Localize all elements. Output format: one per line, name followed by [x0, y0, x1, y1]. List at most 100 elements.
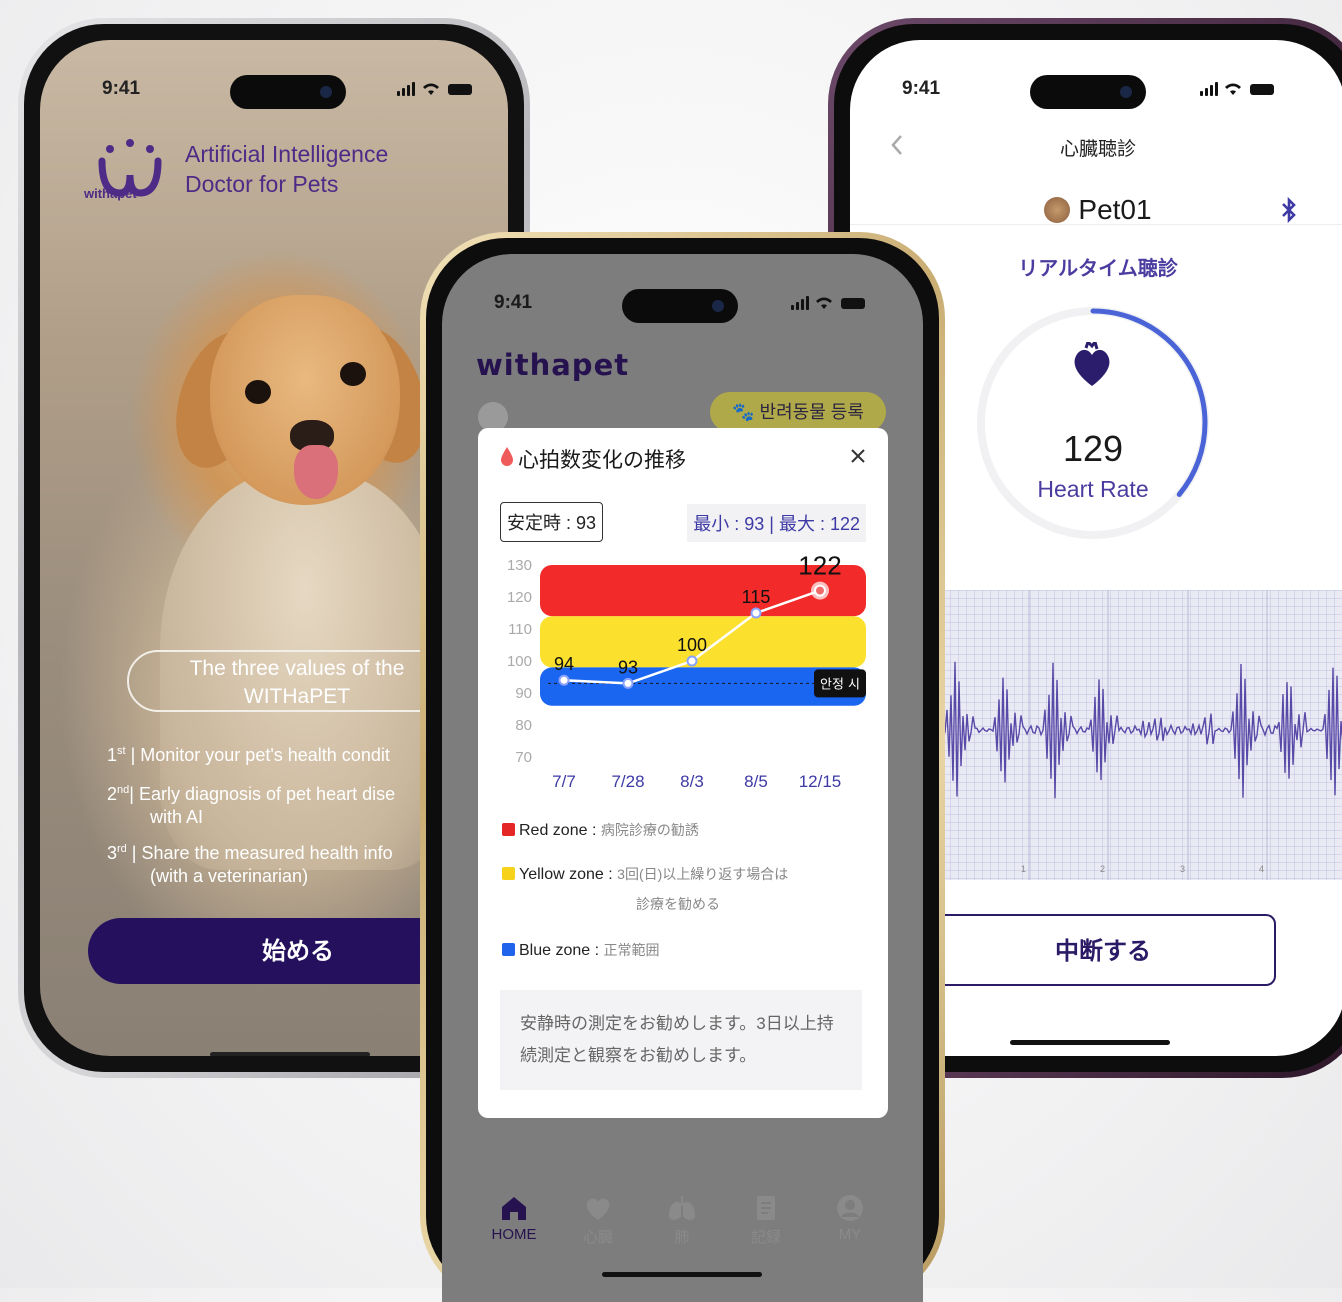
heart-trend-screen: 9:41 withapet 🐾 반려동물 등록 心拍数変化の推移 安定時 : 9… [442, 254, 923, 1302]
y-tick-label: 110 [508, 621, 532, 638]
value-item-1: 1st | Monitor your pet's health condit [107, 745, 390, 765]
legend-note: 3回(日)以上繰り返す場合は [617, 866, 789, 882]
x-tick-label: 7/28 [611, 772, 644, 791]
legend-name: Blue zone : [519, 942, 600, 959]
values-title-pill: The three values of the WITHaPET [127, 650, 467, 712]
signal-icon [397, 82, 415, 96]
value-item-3: 3rd | Share the measured health info (wi… [107, 843, 393, 886]
value-text-cont: with AI [150, 807, 204, 827]
legend-note: 病院診療の勧誘 [600, 822, 699, 838]
legend-note: 正常範囲 [603, 942, 660, 958]
lungs-icon [668, 1196, 696, 1220]
ecg-waveform [942, 661, 1342, 799]
data-point [750, 607, 762, 619]
y-tick-label: 70 [515, 749, 532, 766]
pet-avatar [1044, 197, 1071, 223]
heart-rate-value: 129 [1062, 428, 1124, 469]
status-bar: 9:41 [442, 254, 923, 323]
status-time: 9:41 [902, 78, 941, 99]
logo-text: withapet [84, 186, 137, 201]
signal-icon [1200, 82, 1218, 96]
tagline-line-1: Artificial Intelligence [185, 141, 389, 167]
nav-home[interactable]: HOME [484, 1194, 544, 1243]
puppy-eye [340, 362, 366, 386]
heart-drop-icon [501, 447, 513, 466]
register-pet-label: 반려동물 등록 [759, 402, 864, 422]
battery-icon [841, 298, 865, 309]
y-tick-label: 90 [515, 685, 532, 702]
heart-organ-icon [586, 1198, 610, 1220]
dynamic-island [622, 289, 738, 323]
home-indicator [602, 1272, 762, 1277]
withapet-logo-icon [98, 139, 162, 197]
nav-label: HOME [491, 1226, 537, 1243]
values-title-line-2: WITHaPET [243, 685, 351, 708]
ecg-chart: 1 2 3 4 [942, 590, 1342, 880]
close-icon[interactable] [850, 448, 866, 464]
home-indicator [1010, 1040, 1170, 1045]
puppy-eye [245, 380, 271, 404]
y-tick-label: 100 [507, 653, 532, 670]
battery-icon [1250, 84, 1274, 95]
heart-rate-trend-chart: 130 120 110 100 90 80 70 안정 시 94 7/7 93 7/28 100 8/3 1… [507, 553, 866, 791]
nav-lung[interactable]: 肺 [652, 1194, 712, 1247]
value-ordinal: 1 [107, 745, 118, 765]
ecg-mark: 2 [1100, 864, 1105, 874]
nav-heart[interactable]: 心臓 [568, 1194, 628, 1247]
min-max-label: 最小 : 93 | 最大 : 122 [687, 504, 866, 542]
nav-label: 肺 [674, 1229, 690, 1246]
puppy-tongue [294, 445, 338, 499]
register-pet-button[interactable]: 🐾 반려동물 등록 [710, 392, 886, 432]
x-tick-label: 7/7 [552, 772, 576, 791]
stop-button[interactable]: 中断する [930, 914, 1276, 986]
dynamic-island [230, 75, 346, 109]
nav-label: 心臓 [582, 1229, 613, 1246]
bluetooth-icon[interactable] [1280, 196, 1298, 224]
status-bar: 9:41 [40, 40, 508, 109]
value-ordinal-suffix: st [117, 745, 126, 757]
dynamic-island [1030, 75, 1146, 109]
home-icon [502, 1197, 526, 1220]
data-label: 115 [742, 587, 771, 607]
data-label: 94 [554, 654, 574, 674]
data-label: 93 [618, 657, 638, 677]
ecg-mark: 4 [1259, 864, 1264, 874]
data-point [622, 677, 634, 689]
heart-trend-modal: 心拍数変化の推移 安定時 : 93 最小 : 93 | 最大 : 122 130… [478, 428, 888, 1118]
value-text-cont: (with a veterinarian) [150, 866, 309, 886]
paw-icon: 🐾 [732, 402, 755, 422]
data-point [686, 655, 698, 667]
legend-yellow-zone: Yellow zone : 3回(日)以上繰り返す場合は [502, 864, 788, 884]
recommendation-notice: 安静時の測定をお勧めします。3日以上持続測定と観察をお勧めします。 [500, 990, 862, 1090]
heart-rate-ring [977, 307, 1209, 539]
value-item-2: 2nd| Early diagnosis of pet heart dise w… [107, 784, 396, 827]
legend-name: Yellow zone : [519, 866, 613, 883]
value-ordinal: 3 [107, 843, 118, 863]
legend-note-cont: 診療を勧める [636, 896, 720, 912]
nav-record[interactable]: 記録 [736, 1194, 796, 1247]
tagline-line-2: Doctor for Pets [185, 171, 339, 197]
legend-swatch [502, 867, 515, 880]
legend-blue-zone: Blue zone : 正常範囲 [502, 940, 660, 960]
ecg-chart-background: 1 2 3 4 [942, 590, 1342, 880]
status-time: 9:41 [102, 78, 141, 99]
page-title: 心臓聴診 [1059, 139, 1136, 160]
y-tick-label: 120 [507, 589, 532, 606]
signal-icon [791, 296, 809, 310]
logo-text: withapet [476, 348, 630, 382]
resting-tag-label: 안정 시 [820, 677, 860, 692]
document-icon [757, 1196, 775, 1220]
value-ordinal: 2 [107, 784, 118, 804]
legend-swatch [502, 823, 515, 836]
data-point [558, 674, 570, 686]
values-title-line-1: The three values of the [189, 657, 405, 680]
legend-red-zone: Red zone : 病院診療の勧誘 [502, 820, 699, 840]
heart-rate-label: Heart Rate [1037, 476, 1149, 502]
wifi-icon [816, 297, 832, 309]
profile-icon [837, 1195, 863, 1221]
data-point [814, 584, 826, 597]
x-tick-label: 8/5 [744, 772, 768, 791]
nav-my[interactable]: MY [820, 1194, 880, 1243]
pet-name: Pet01 [1078, 194, 1152, 225]
modal-title: 心拍数変化の推移 [518, 449, 686, 472]
